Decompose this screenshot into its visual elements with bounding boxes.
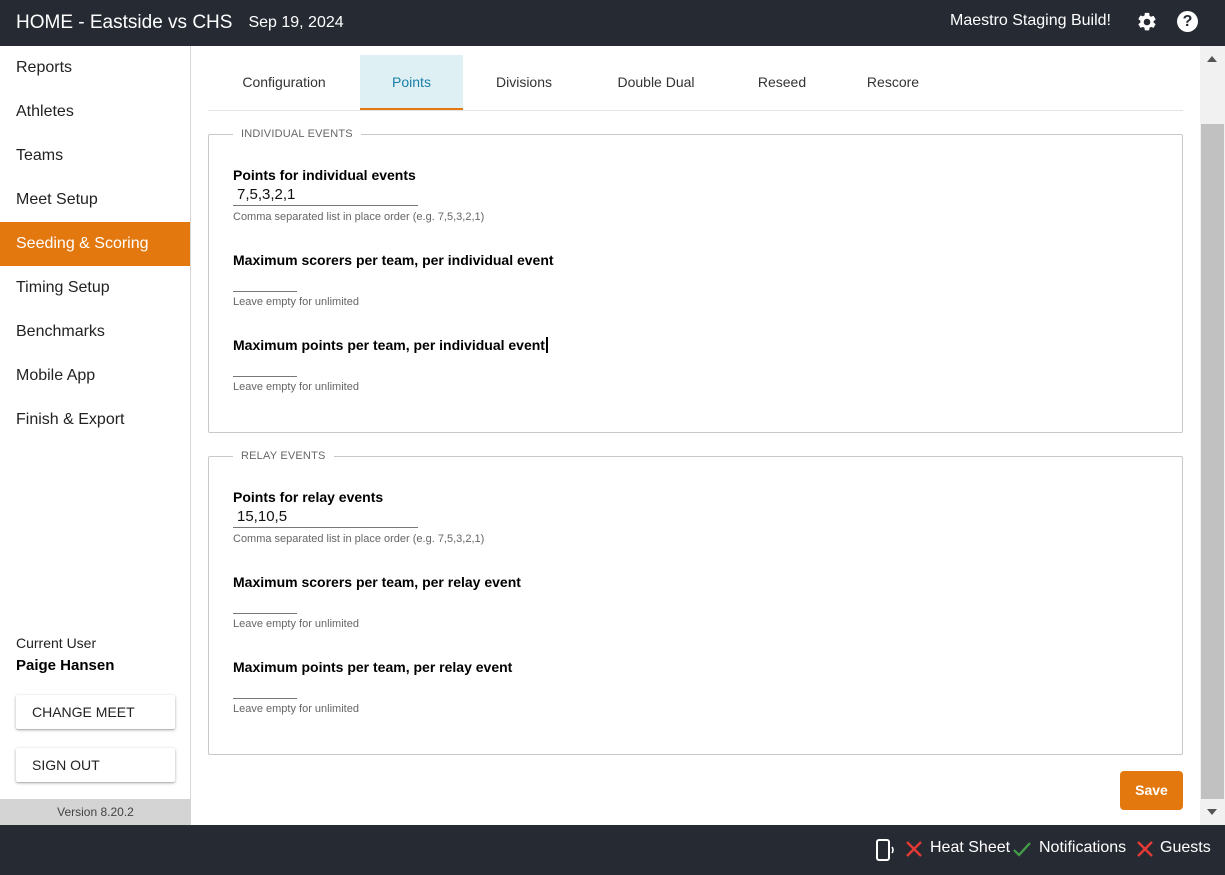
relay-scorers-input[interactable] (233, 592, 297, 614)
mobile-device-icon (876, 839, 894, 861)
tab-bar: Configuration Points Divisions Double Dual R… (208, 55, 1183, 111)
scroll-up-arrow-icon[interactable] (1207, 56, 1217, 62)
relay-events-legend: RELAY EVENTS (241, 450, 326, 462)
sign-out-button[interactable]: SIGN OUT (16, 748, 175, 782)
save-button[interactable]: Save (1120, 771, 1183, 810)
individual-points-input[interactable] (233, 184, 418, 206)
current-user-name: Paige Hansen (16, 657, 115, 674)
sidebar: Reports Athletes Teams Meet Setup Seeding & … (0, 46, 191, 825)
heat-sheet-status[interactable]: Heat Sheet (930, 839, 1010, 857)
vertical-scrollbar[interactable] (1200, 46, 1225, 825)
relay-scorers-label: Maximum scorers per team, per relay even… (233, 574, 521, 590)
sidebar-item-seeding-scoring[interactable]: Seeding & Scoring (0, 222, 190, 266)
version-label: Version 8.20.2 (0, 799, 191, 825)
relay-max-points-label: Maximum points per team, per relay event (233, 659, 513, 675)
change-meet-button[interactable]: CHANGE MEET (16, 695, 175, 729)
individual-max-points-label: Maximum points per team, per individual … (233, 337, 548, 353)
sidebar-item-timing-setup[interactable]: Timing Setup (0, 266, 190, 310)
relay-points-hint: Comma separated list in place order (e.g… (233, 533, 485, 545)
sidebar-item-meet-setup[interactable]: Meet Setup (0, 178, 190, 222)
guests-status[interactable]: Guests (1160, 839, 1211, 857)
individual-scorers-label: Maximum scorers per team, per individual… (233, 252, 554, 268)
top-bar: HOME - Eastside vs CHS Sep 19, 2024 Maes… (0, 0, 1225, 46)
individual-scorers-hint: Leave empty for unlimited (233, 296, 359, 308)
heat-sheet-error-icon (906, 841, 922, 857)
meet-date: Sep 19, 2024 (248, 14, 344, 31)
relay-points-label: Points for relay events (233, 489, 384, 505)
tab-rescore[interactable]: Rescore (837, 55, 949, 110)
tab-divisions[interactable]: Divisions (463, 55, 585, 110)
sidebar-item-reports[interactable]: Reports (0, 46, 190, 90)
individual-points-label: Points for individual events (233, 167, 416, 183)
main-content: Configuration Points Divisions Double Dual R… (192, 46, 1200, 825)
individual-scorers-input[interactable] (233, 270, 297, 292)
current-user-label: Current User (16, 635, 97, 651)
individual-events-legend: INDIVIDUAL EVENTS (241, 128, 353, 140)
sidebar-item-finish-export[interactable]: Finish & Export (0, 398, 190, 442)
build-label: Maestro Staging Build! (950, 12, 1111, 29)
tab-double-dual[interactable]: Double Dual (585, 55, 727, 110)
sidebar-item-mobile-app[interactable]: Mobile App (0, 354, 190, 398)
individual-points-hint: Comma separated list in place order (e.g… (233, 211, 485, 223)
status-bar: Heat Sheet Notifications Guests (0, 825, 1225, 875)
relay-max-points-hint: Leave empty for unlimited (233, 703, 359, 715)
meet-title[interactable]: HOME - Eastside vs CHS (16, 12, 232, 34)
tab-points[interactable]: Points (360, 55, 463, 110)
relay-max-points-input[interactable] (233, 677, 297, 699)
gear-icon[interactable] (1136, 11, 1158, 33)
notifications-ok-icon (1013, 842, 1031, 857)
scrollbar-thumb[interactable] (1201, 124, 1224, 799)
sidebar-item-benchmarks[interactable]: Benchmarks (0, 310, 190, 354)
relay-scorers-hint: Leave empty for unlimited (233, 618, 359, 630)
relay-events-group: RELAY EVENTS Points for relay events Com… (208, 450, 1183, 755)
sidebar-item-athletes[interactable]: Athletes (0, 90, 190, 134)
sidebar-item-teams[interactable]: Teams (0, 134, 190, 178)
individual-max-points-input[interactable] (233, 355, 297, 377)
notifications-status[interactable]: Notifications (1039, 839, 1126, 857)
individual-events-group: INDIVIDUAL EVENTS Points for individual … (208, 128, 1183, 433)
tab-configuration[interactable]: Configuration (208, 55, 360, 110)
tab-reseed[interactable]: Reseed (727, 55, 837, 110)
relay-points-input[interactable] (233, 506, 418, 528)
scroll-down-arrow-icon[interactable] (1207, 809, 1217, 815)
guests-error-icon (1137, 841, 1153, 857)
individual-max-points-hint: Leave empty for unlimited (233, 381, 359, 393)
help-icon[interactable]: ? (1177, 11, 1198, 32)
